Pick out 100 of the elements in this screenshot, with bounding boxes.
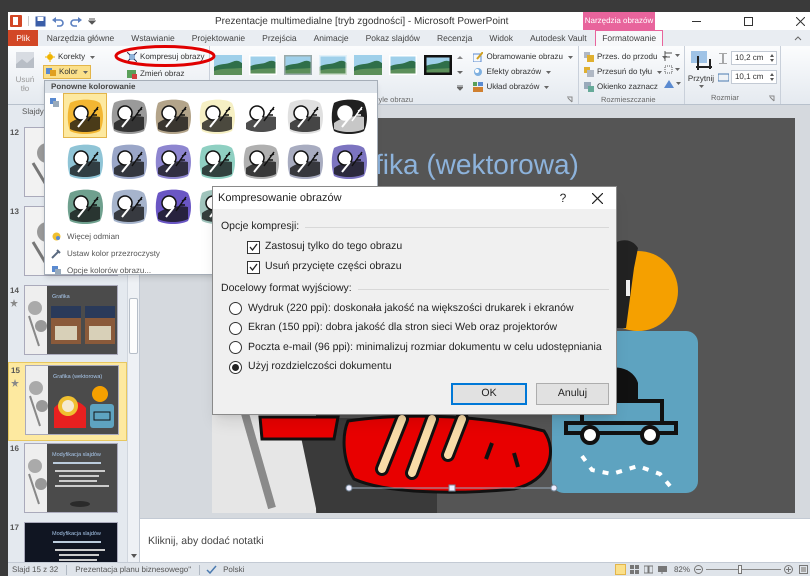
radio-option[interactable]: Użyj rozdzielczości dokumentu [229,358,616,377]
picture-format-button[interactable]: Obramowanie obrazu [471,50,575,64]
spell-check-icon [206,565,218,574]
reading-view-button[interactable] [642,564,654,575]
theme-name: Prezentacja planu biznesowego" [74,564,192,576]
checkbox-option[interactable]: Usuń przycięte części obrazu [247,257,616,277]
undo-icon [52,16,64,26]
radio-option[interactable]: Wydruk (220 ppi): doskonała jakość na większości drukarek i ekranów [229,299,616,318]
radio-button[interactable] [229,302,242,316]
picture-style-option[interactable] [423,54,454,76]
crop-button[interactable]: Przytnij [688,50,714,92]
radio-button[interactable] [229,341,242,354]
customize-icon [88,17,96,25]
spinner-icon [770,54,774,62]
color-button[interactable]: Kolor [43,65,91,79]
minimize-icon [692,20,700,22]
group-button[interactable] [664,64,681,75]
slideshow-button[interactable] [656,564,668,575]
ribbon-tab[interactable]: Widok [480,30,522,46]
radio-option[interactable]: Ekran (150 ppi): dobra jakość dla stron sieci Web oraz projektorów [229,318,616,338]
dialog-launcher[interactable] [768,94,776,102]
notes-placeholder[interactable]: Kliknij, aby dodać notatki [148,535,264,547]
ribbon-tab[interactable]: Formatowanie [595,30,664,46]
zoom-out-icon [694,565,703,574]
change-picture-icon [127,69,137,79]
caret-icon [699,85,704,88]
zoom-in-icon [784,565,793,574]
more-styles-button[interactable] [457,82,466,93]
redo-icon [70,16,82,26]
book-icon [644,565,653,574]
ribbon-tab[interactable]: Przejścia [254,30,306,46]
checkbox[interactable] [247,260,260,274]
slide-number: 16 [10,443,19,455]
arrange-button[interactable]: Okienko zaznacz [582,80,660,94]
screen-icon [658,565,667,574]
variations-icon [52,232,60,241]
menu-section-header: Ponowne kolorowanie [51,81,136,93]
chevron-up-icon [457,55,464,60]
zoom-level[interactable]: 82% [674,564,694,576]
arrange-button[interactable]: Przes. do przodu [582,50,660,64]
close-icon [796,16,804,26]
ribbon-tab[interactable]: Narzędzia główne [38,30,123,46]
slides-panel-tab[interactable]: Slajdy [22,106,44,118]
caret-icon [674,54,680,57]
dialog-button[interactable]: OK [451,383,527,405]
slide-number: 17 [10,522,19,534]
ribbon-width-icon [718,72,729,82]
align-button[interactable] [664,50,681,61]
picture-format-button[interactable]: Efekty obrazów [471,65,575,79]
radio-option[interactable]: Poczta e-mail (96 ppi): minimalizuj rozmiar dokumentu w celu udostępniania [229,338,616,358]
caret-icon [674,68,680,71]
launcher-icon [768,94,775,102]
dialog-launcher[interactable] [566,96,574,104]
language[interactable]: Polski [223,564,244,576]
ribbon-tab[interactable]: Projektowanie [183,30,254,46]
checkbox-option[interactable]: Zastosuj tylko do tego obrazu [247,237,616,257]
group-icon [664,65,673,74]
slide-number: 15 [11,365,20,377]
bring-forward-icon [584,52,594,62]
ribbon-tab[interactable]: Recenzja [428,30,481,46]
scrollbar-thumb[interactable] [129,298,138,354]
corrections-icon [45,52,55,62]
radio-button[interactable] [229,360,242,374]
corrections-button[interactable]: Korekty [43,50,98,64]
slide-sorter-button[interactable] [628,564,640,575]
caret-icon [546,70,552,74]
rotate-icon [664,78,674,88]
caret-icon [82,70,88,74]
picture-layout-icon [473,82,484,92]
help-button[interactable]: ? [548,187,578,209]
ribbon-tab[interactable]: Wstawianie [122,30,184,46]
arrange-button[interactable]: Przesuń do tyłu [582,65,660,79]
crop-icon [690,50,712,70]
ribbon-tab[interactable]: Pokaz slajdów [357,30,428,46]
color-options-icon [52,266,60,275]
ribbon-tab[interactable]: Animacje [305,30,358,46]
zoom-slider-thumb[interactable] [738,565,742,574]
rotate-button[interactable] [664,78,681,89]
file-tab[interactable]: Plik [8,30,38,46]
section-label: Opcje kompresji: [221,219,300,234]
picture-format-button[interactable]: Układ obrazów [471,80,575,94]
close-icon [592,192,602,204]
zoom-slider[interactable] [706,565,781,574]
slide-counter: Slajd 15 z 32 [11,564,60,576]
radio-button[interactable] [229,322,242,335]
recolor-option[interactable] [63,93,107,138]
transition-icon [11,379,19,387]
checkbox[interactable] [247,240,260,254]
ribbon-tab[interactable]: Autodesk Vault [522,30,596,46]
collapse-ribbon-icon [794,35,802,41]
height-field[interactable]: 10,2 cm [730,51,777,65]
caret-icon [568,56,573,58]
chevron-down-icon [457,70,464,75]
window-title: Prezentacje multimedialne [tryb zgodności] - Microsoft PowerPoint [215,16,508,26]
launcher-icon [566,96,573,104]
compress-icon [127,52,137,62]
selection-pane-icon [584,82,594,92]
width-field[interactable]: 10,1 cm [730,70,777,84]
dialog-button[interactable]: Anuluj [536,383,609,405]
slide-number: 12 [10,127,19,139]
